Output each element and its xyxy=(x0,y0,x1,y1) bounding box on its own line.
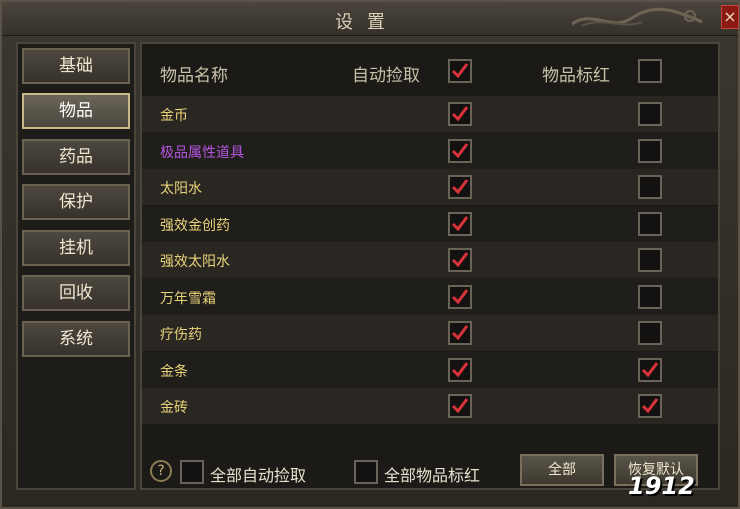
site-logo: 1912 xyxy=(628,472,695,500)
auto-pickup-checkbox[interactable] xyxy=(448,138,472,163)
tab-basic[interactable]: 基础 xyxy=(22,48,130,84)
highlight-checkbox[interactable] xyxy=(638,394,662,418)
table-row: 金砖 xyxy=(142,388,718,424)
tab-auto-hang[interactable]: 挂机 xyxy=(22,230,130,266)
table-row: 太阳水 xyxy=(142,169,718,205)
help-icon[interactable]: ? xyxy=(150,460,172,482)
close-button[interactable]: × xyxy=(721,5,739,29)
table-row: 强效太阳水 xyxy=(142,242,718,278)
tab-protection[interactable]: 保护 xyxy=(22,184,130,220)
auto-pickup-checkbox[interactable] xyxy=(448,248,472,272)
table-header: 物品名称 自动捡取 物品标红 xyxy=(142,44,718,96)
header-highlight-checkbox[interactable] xyxy=(638,59,662,83)
tab-recycle[interactable]: 回收 xyxy=(22,275,130,311)
item-name: 太阳水 xyxy=(160,181,202,197)
all-auto-pickup-checkbox[interactable] xyxy=(180,460,204,484)
table-row: 强效金创药 xyxy=(142,205,718,242)
item-name: 金条 xyxy=(160,363,188,380)
auto-pickup-checkbox[interactable] xyxy=(448,175,472,199)
dragon-ornament-icon xyxy=(562,4,712,34)
table-row: 极品属性道具 xyxy=(142,132,718,169)
highlight-checkbox[interactable] xyxy=(638,102,662,126)
tab-medicine[interactable]: 药品 xyxy=(22,139,130,175)
item-name: 强效金创药 xyxy=(160,217,230,234)
all-highlight-label: 全部物品标红 xyxy=(384,466,481,485)
title-bar[interactable]: 设 置 × xyxy=(2,2,739,36)
header-item-name: 物品名称 xyxy=(160,66,228,86)
item-name: 强效太阳水 xyxy=(160,254,230,270)
all-auto-pickup-label: 全部自动捡取 xyxy=(210,466,307,485)
item-name: 疗伤药 xyxy=(160,327,202,343)
auto-pickup-checkbox[interactable] xyxy=(448,211,472,236)
tab-system[interactable]: 系统 xyxy=(22,321,130,357)
auto-pickup-checkbox[interactable] xyxy=(448,321,472,345)
all-highlight-checkbox[interactable] xyxy=(354,460,378,484)
settings-window: 设 置 × 基础 物品 药品 保护 挂机 回收 系统 物品名称 自动捡取 物品标… xyxy=(0,0,740,509)
highlight-checkbox[interactable] xyxy=(638,175,662,199)
auto-pickup-checkbox[interactable] xyxy=(448,394,472,418)
highlight-checkbox[interactable] xyxy=(638,284,662,309)
all-button[interactable]: 全部 xyxy=(520,454,604,486)
sidebar: 基础 物品 药品 保护 挂机 回收 系统 xyxy=(16,42,136,490)
highlight-checkbox[interactable] xyxy=(638,211,662,236)
item-name: 金币 xyxy=(160,108,188,124)
header-auto-pickup-checkbox[interactable] xyxy=(448,59,472,83)
item-name: 极品属性道具 xyxy=(160,144,244,161)
table-row: 万年雪霜 xyxy=(142,278,718,315)
table-row: 金币 xyxy=(142,96,718,132)
highlight-checkbox[interactable] xyxy=(638,248,662,272)
auto-pickup-checkbox[interactable] xyxy=(448,284,472,309)
highlight-checkbox[interactable] xyxy=(638,321,662,345)
tab-items[interactable]: 物品 xyxy=(22,93,130,129)
highlight-checkbox[interactable] xyxy=(638,138,662,163)
item-name: 金砖 xyxy=(160,400,188,416)
header-highlight: 物品标红 xyxy=(542,66,610,86)
items-panel: 物品名称 自动捡取 物品标红 金币极品属性道具 太阳水强效金创药强效太阳水万年雪霜… xyxy=(140,42,720,490)
auto-pickup-checkbox[interactable] xyxy=(448,357,472,382)
highlight-checkbox[interactable] xyxy=(638,357,662,382)
table-row: 金条 xyxy=(142,351,718,388)
item-name: 万年雪霜 xyxy=(160,290,216,307)
header-auto-pickup: 自动捡取 xyxy=(352,66,420,86)
table-row: 疗伤药 xyxy=(142,315,718,351)
auto-pickup-checkbox[interactable] xyxy=(448,102,472,126)
